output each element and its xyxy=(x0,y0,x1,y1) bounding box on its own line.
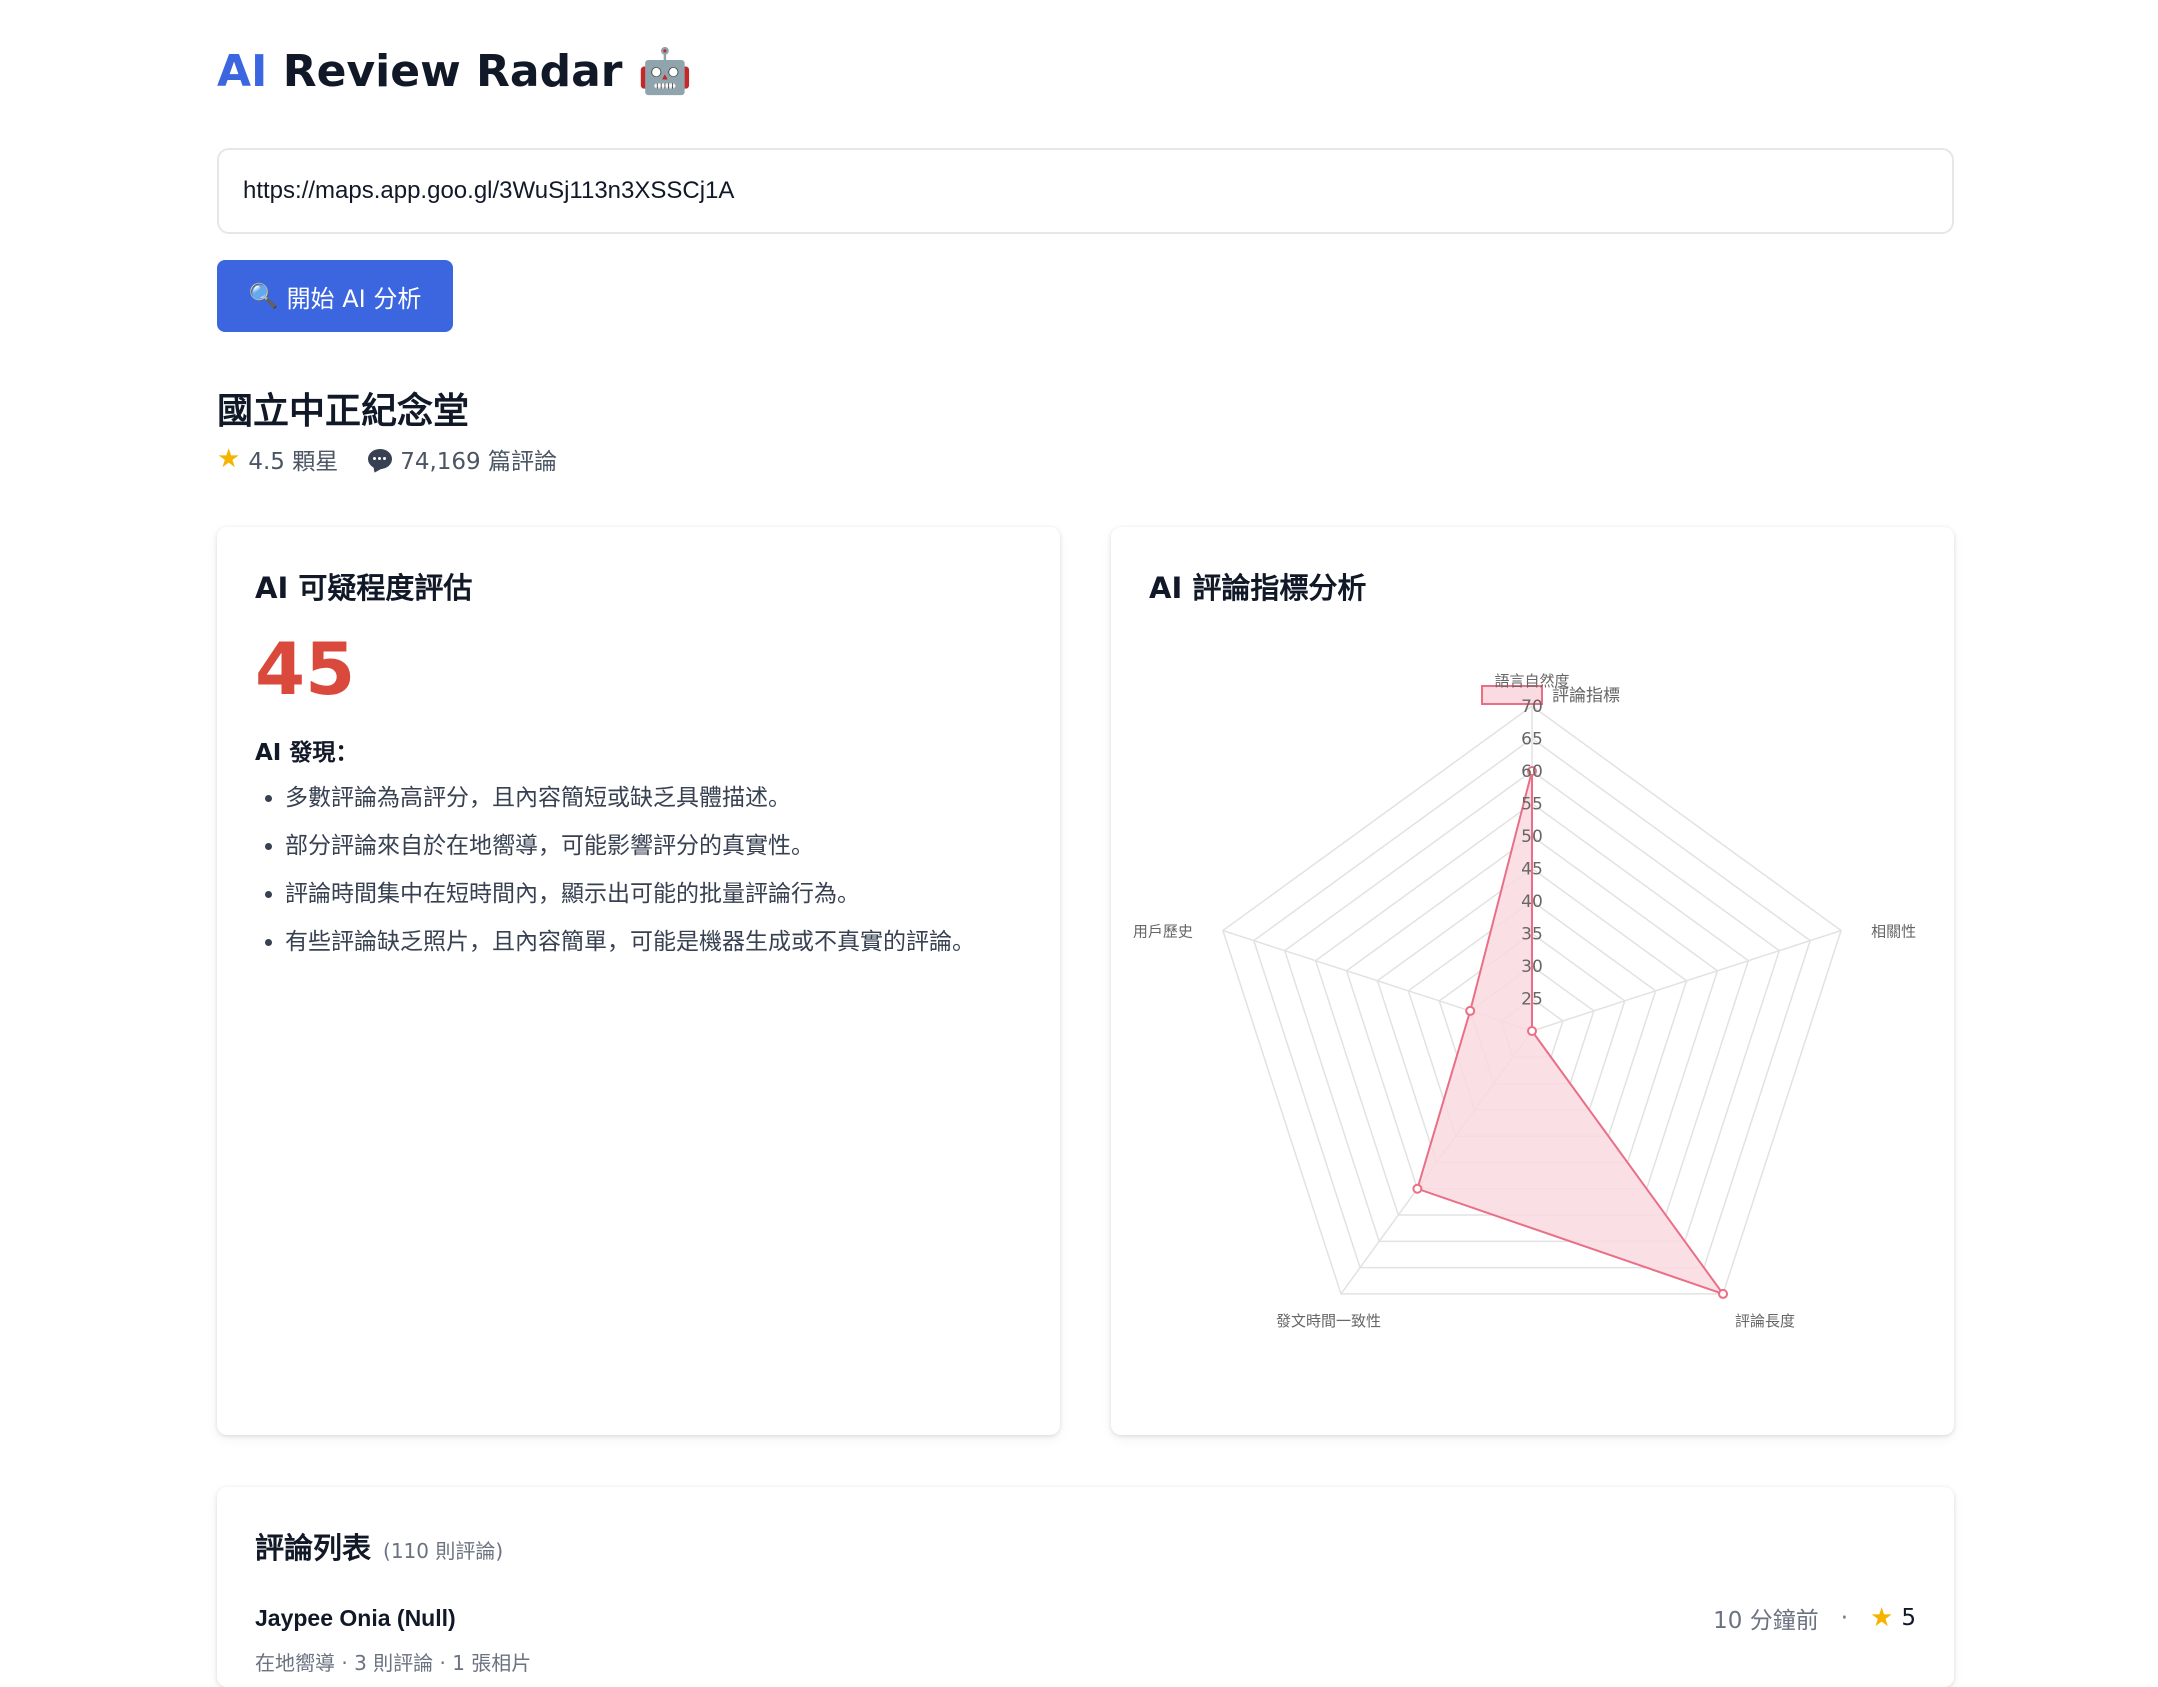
category-label: 用戶歷史 xyxy=(1133,923,1193,941)
category-label: 語言自然度 xyxy=(1494,672,1569,690)
tick-label: 55 xyxy=(1521,795,1543,815)
metrics-card: AI 評論指標分析 評論指標 25 30 35 40 45 50 55 60 65 70 語言自然度相… xyxy=(1111,527,1954,1435)
reviewer-meta: 在地嚮導 · 3 則評論 · 1 張相片 xyxy=(255,1651,532,1675)
findings-list: 多數評論為高評分，且內容簡短或缺乏具體描述。 部分評論來自於在地嚮導，可能影響評… xyxy=(255,785,1022,955)
app-title-text: Review Radar xyxy=(267,46,638,97)
search-icon: 🔍 xyxy=(248,282,279,310)
tick-label: 65 xyxy=(1521,730,1543,750)
tick-label: 25 xyxy=(1521,990,1543,1010)
app-title: AI Review Radar 🤖 xyxy=(217,44,693,100)
review-rating-value: 5 xyxy=(1901,1605,1916,1631)
suspicion-card: AI 可疑程度評估 45 AI 發現： 多數評論為高評分，且內容簡短或缺乏具體描… xyxy=(217,527,1060,1435)
place-review-count-text: 74,169 篇評論 xyxy=(400,449,557,475)
finding-item: 評論時間集中在短時間內，顯示出可能的批量評論行為。 xyxy=(285,881,1022,907)
review-item: Jaypee Onia (Null) 10 分鐘前 · ★ 5 xyxy=(255,1601,1916,1635)
reviews-card: 評論列表 (110 則評論) Jaypee Onia (Null) 10 分鐘前… xyxy=(217,1487,1954,1687)
place-rating: ★ 4.5 顆星 xyxy=(217,442,338,476)
robot-icon: 🤖 xyxy=(637,46,693,97)
tick-label: 30 xyxy=(1521,957,1543,977)
review-rating: ★ 5 xyxy=(1870,1603,1916,1633)
speech-bubble-icon xyxy=(368,449,393,469)
tick-label: 40 xyxy=(1521,892,1543,912)
reviews-header: 評論列表 (110 則評論) xyxy=(255,1525,1916,1567)
suspicion-score: 45 xyxy=(255,627,356,711)
app-title-accent: AI xyxy=(217,46,268,97)
grid-spoke xyxy=(1531,929,1842,1032)
analyze-button-label: 開始 AI 分析 xyxy=(286,284,422,313)
place-rating-text: 4.5 顆星 xyxy=(248,449,339,475)
findings-label: AI 發現： xyxy=(255,740,359,766)
data-point xyxy=(1465,1005,1476,1016)
reviews-count: (110 則評論) xyxy=(383,1539,504,1563)
analyze-button[interactable]: 🔍 開始 AI 分析 xyxy=(217,260,453,332)
tick-label: 35 xyxy=(1521,925,1543,945)
place-meta: ★ 4.5 顆星 74,169 篇評論 xyxy=(217,442,557,476)
finding-item: 部分評論來自於在地嚮導，可能影響評分的真實性。 xyxy=(285,833,1022,859)
url-input[interactable] xyxy=(217,148,1954,234)
place-review-count: 74,169 篇評論 xyxy=(368,442,557,476)
data-point xyxy=(1412,1183,1423,1194)
star-icon: ★ xyxy=(217,444,241,474)
review-time: 10 分鐘前 xyxy=(1713,1608,1819,1634)
finding-item: 多數評論為高評分，且內容簡短或缺乏具體描述。 xyxy=(285,785,1022,811)
tick-label: 50 xyxy=(1521,827,1543,847)
finding-item: 有些評論缺乏照片，且內容簡單，可能是機器生成或不真實的評論。 xyxy=(285,929,1022,955)
tick-label: 70 xyxy=(1521,697,1543,717)
separator-dot: · xyxy=(1840,1605,1849,1631)
tick-label: 60 xyxy=(1521,762,1543,782)
suspicion-title: AI 可疑程度評估 xyxy=(255,571,473,605)
radar-chart: 評論指標25303540455055606570語言自然度相關性評論長度發文時間… xyxy=(1133,672,1916,1330)
place-name: 國立中正紀念堂 xyxy=(217,391,470,432)
tick-label: 45 xyxy=(1521,860,1543,880)
reviewer-name[interactable]: Jaypee Onia (Null) xyxy=(255,1605,456,1632)
star-icon: ★ xyxy=(1870,1603,1894,1633)
category-label: 評論長度 xyxy=(1735,1312,1795,1330)
category-label: 相關性 xyxy=(1871,923,1916,941)
review-info: 10 分鐘前 · ★ 5 xyxy=(1713,1601,1916,1635)
category-label: 發文時間一致性 xyxy=(1276,1312,1381,1330)
data-point xyxy=(1718,1288,1729,1299)
data-point xyxy=(1527,1026,1537,1036)
reviews-title: 評論列表 xyxy=(255,1531,372,1565)
